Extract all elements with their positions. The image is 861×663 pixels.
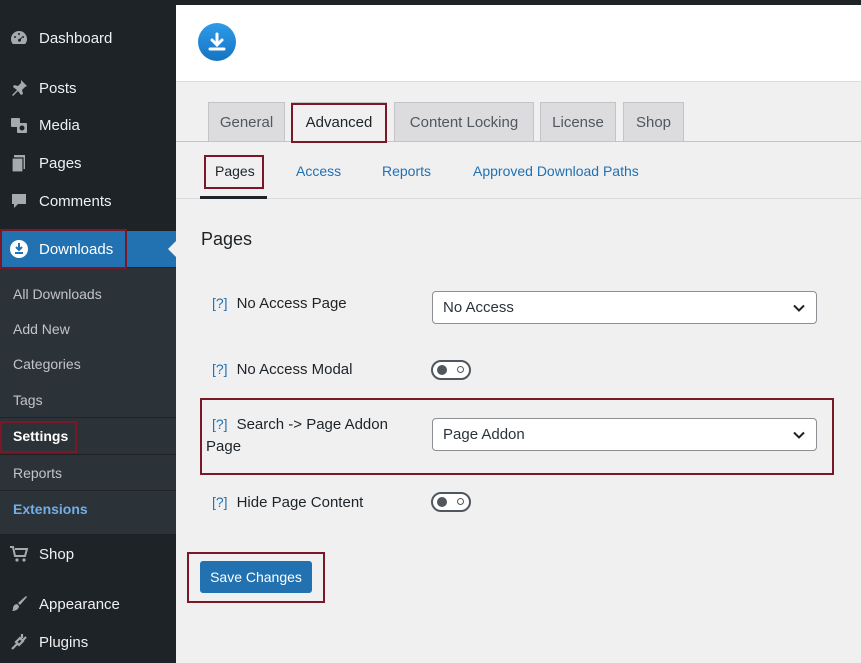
help-link[interactable]: [?]: [212, 416, 228, 432]
sidebar-item-dashboard[interactable]: Dashboard: [0, 20, 176, 56]
sidebar-item-appearance[interactable]: Appearance: [0, 586, 176, 622]
sidebar-label: Shop: [39, 545, 75, 563]
tab-license[interactable]: License: [540, 102, 616, 142]
tab-shop[interactable]: Shop: [623, 102, 684, 142]
sidebar-label: Posts: [39, 79, 77, 97]
setting-label-text-line2: Page: [206, 438, 242, 455]
settings-subtabs: Pages Access Reports Approved Download P…: [176, 143, 861, 199]
submenu-categories[interactable]: Categories: [0, 346, 176, 382]
media-icon: [9, 115, 29, 135]
sidebar-label: Dashboard: [39, 29, 113, 47]
plugin-header: [176, 5, 861, 82]
submenu-extensions[interactable]: Extensions: [0, 491, 176, 527]
subtab-access[interactable]: Access: [296, 163, 341, 179]
submenu-all-downloads[interactable]: All Downloads: [0, 276, 176, 312]
tab-general[interactable]: General: [208, 102, 285, 142]
subtab-reports[interactable]: Reports: [382, 163, 431, 179]
comment-icon: [9, 191, 29, 211]
sidebar-item-downloads[interactable]: Downloads: [0, 231, 176, 267]
toggle-knob: [437, 497, 447, 507]
chevron-down-icon: [793, 431, 805, 439]
sidebar-item-plugins[interactable]: Plugins: [0, 624, 176, 660]
select-value: Page Addon: [443, 426, 525, 443]
sidebar-item-shop[interactable]: Shop: [0, 536, 176, 572]
brush-icon: [9, 594, 29, 614]
help-link[interactable]: [?]: [212, 361, 228, 377]
sidebar-label: Media: [39, 116, 80, 134]
pin-icon: [9, 78, 29, 98]
cart-icon: [9, 544, 29, 564]
toggle-off-indicator: [457, 366, 464, 373]
download-icon: [9, 239, 29, 259]
setting-label-text: No Access Modal: [236, 361, 353, 378]
submenu-tags[interactable]: Tags: [0, 382, 176, 418]
search-page-select[interactable]: Page Addon: [432, 418, 817, 451]
sidebar-label: Downloads: [39, 240, 114, 258]
help-link[interactable]: [?]: [212, 494, 228, 510]
save-changes-button[interactable]: Save Changes: [200, 561, 312, 593]
admin-sidebar: Dashboard Posts Media Pages Comments Dow…: [0, 5, 176, 663]
select-value: No Access: [443, 299, 514, 316]
toggle-knob: [437, 365, 447, 375]
sidebar-label: Plugins: [39, 633, 89, 651]
sidebar-item-comments[interactable]: Comments: [0, 183, 176, 219]
setting-label-no-access-modal: [?] No Access Modal: [212, 358, 352, 381]
setting-label-text: Hide Page Content: [236, 494, 364, 511]
downloads-submenu: All Downloads Add New Categories Tags Se…: [0, 268, 176, 534]
pages-icon: [9, 153, 29, 173]
toggle-off-indicator: [457, 498, 464, 505]
setting-label-text: Search -> Page Addon: [236, 416, 388, 433]
submenu-reports[interactable]: Reports: [0, 455, 176, 491]
setting-label-search-page: [?] Search -> Page Addon Page: [206, 413, 406, 458]
submenu-settings[interactable]: Settings: [0, 418, 176, 454]
section-title: Pages: [201, 229, 253, 249]
dashboard-icon: [9, 28, 29, 48]
no-access-modal-toggle[interactable]: [431, 360, 471, 380]
tab-advanced[interactable]: Advanced: [291, 102, 387, 142]
subtab-approved-download-paths[interactable]: Approved Download Paths: [473, 163, 639, 179]
setting-label-no-access-page: [?] No Access Page: [212, 292, 347, 315]
plug-icon: [9, 632, 29, 652]
tab-content-locking[interactable]: Content Locking: [394, 102, 534, 142]
subtab-pages[interactable]: Pages: [215, 163, 255, 179]
setting-label-text: No Access Page: [236, 295, 347, 312]
sidebar-item-media[interactable]: Media: [0, 107, 176, 143]
sidebar-label: Comments: [39, 192, 112, 210]
active-subtab-underline: [200, 196, 267, 199]
sidebar-label: Appearance: [39, 595, 120, 613]
chevron-down-icon: [793, 304, 805, 312]
sidebar-item-posts[interactable]: Posts: [0, 70, 176, 106]
settings-tabs: General Advanced Content Locking License…: [176, 102, 861, 142]
setting-label-hide-page-content: [?] Hide Page Content: [212, 491, 363, 514]
submenu-add-new[interactable]: Add New: [0, 311, 176, 347]
sidebar-item-pages[interactable]: Pages: [0, 145, 176, 181]
help-link[interactable]: [?]: [212, 295, 228, 311]
sidebar-label: Pages: [39, 154, 82, 172]
hide-page-content-toggle[interactable]: [431, 492, 471, 512]
no-access-page-select[interactable]: No Access: [432, 291, 817, 324]
download-logo-icon: [198, 23, 236, 61]
